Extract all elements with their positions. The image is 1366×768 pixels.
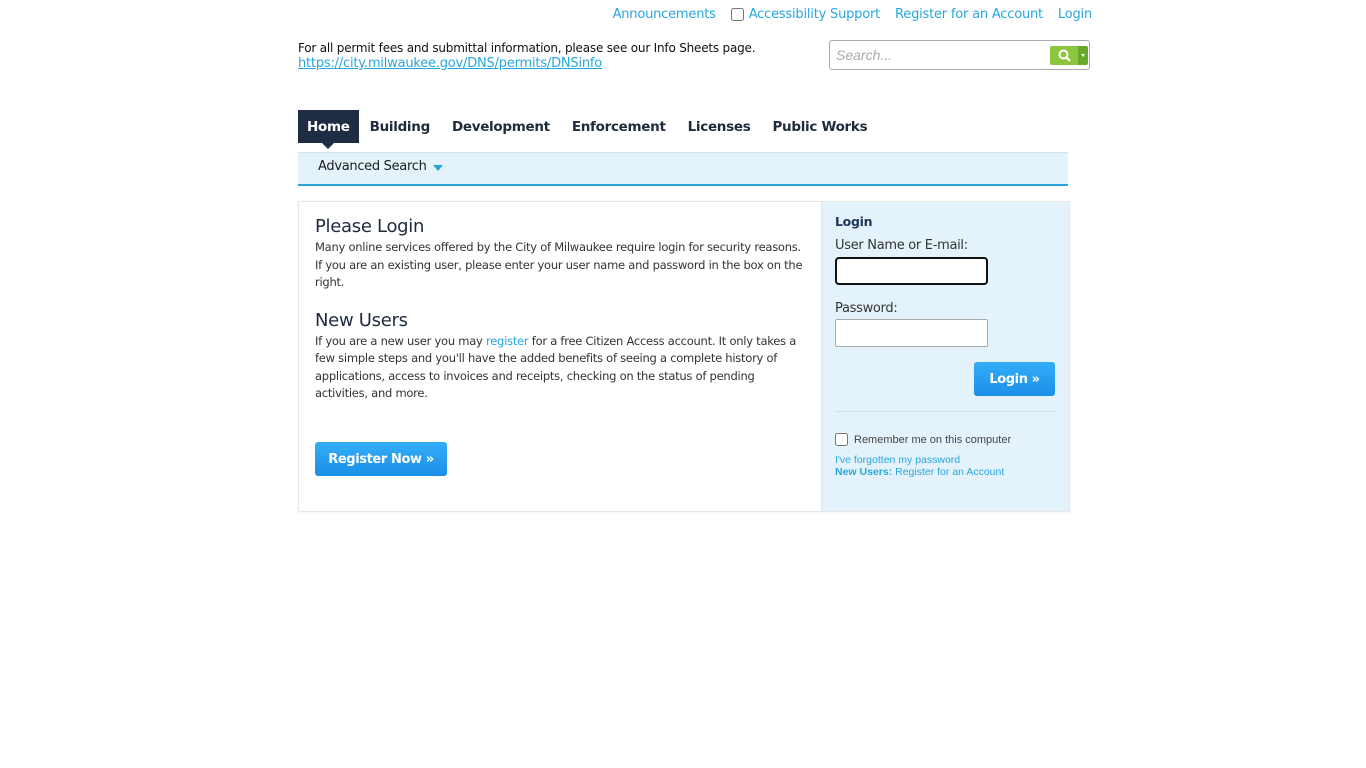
search-input[interactable]	[836, 46, 1046, 64]
new-users-text: If you are a new user you may register f…	[315, 333, 805, 403]
info-notice: For all permit fees and submittal inform…	[298, 41, 756, 71]
search-dropdown-button[interactable]	[1078, 46, 1088, 65]
caret-down-icon	[432, 164, 443, 171]
login-link[interactable]: Login	[1058, 7, 1092, 22]
tab-building[interactable]: Building	[359, 110, 441, 143]
search-button[interactable]	[1050, 46, 1078, 65]
forgot-password-link[interactable]: I've forgotten my password	[835, 454, 960, 466]
username-input[interactable]	[835, 257, 988, 285]
main-nav: Home Building Development Enforcement Li…	[298, 110, 878, 149]
info-sheets-link[interactable]: https://city.milwaukee.gov/DNS/permits/D…	[298, 56, 602, 71]
accessibility-support-link[interactable]: Accessibility Support	[749, 7, 881, 22]
password-input[interactable]	[835, 319, 988, 347]
advanced-search-label: Advanced Search	[318, 159, 427, 174]
search-icon	[1058, 49, 1071, 62]
login-box: Login User Name or E-mail: Password: Log…	[821, 202, 1069, 511]
tab-development[interactable]: Development	[441, 110, 561, 143]
remember-me-label: Remember me on this computer	[854, 433, 1012, 446]
new-users-text-start: If you are a new user you may	[315, 333, 486, 348]
register-now-button[interactable]: Register Now »	[315, 442, 447, 476]
please-login-text: Many online services offered by the City…	[315, 240, 803, 289]
username-label: User Name or E-mail:	[835, 238, 968, 253]
top-utility-links: Announcements Accessibility Support Regi…	[613, 7, 1093, 22]
advanced-search-menu[interactable]: Advanced Search	[318, 159, 443, 174]
login-help-links: I've forgotten my password New Users: Re…	[835, 454, 1004, 478]
tab-licenses[interactable]: Licenses	[677, 110, 762, 143]
register-account-link[interactable]: Register for an Account	[895, 7, 1043, 22]
login-button[interactable]: Login »	[974, 362, 1055, 396]
accessibility-support: Accessibility Support	[730, 7, 881, 22]
password-label: Password:	[835, 301, 898, 316]
search-box	[829, 40, 1090, 70]
caret-down-icon	[1081, 54, 1085, 57]
info-section: Please Login Many online services offere…	[315, 216, 805, 403]
divider	[835, 411, 1055, 412]
accessibility-checkbox[interactable]	[730, 8, 744, 21]
info-text: For all permit fees and submittal inform…	[298, 41, 756, 55]
remember-me-checkbox[interactable]	[835, 433, 848, 446]
login-box-title: Login	[835, 214, 873, 229]
new-users-label: New Users:	[835, 466, 893, 478]
register-inline-link[interactable]: register	[486, 334, 529, 348]
please-login-heading: Please Login	[315, 216, 425, 237]
content-panel: Please Login Many online services offere…	[298, 201, 1070, 512]
register-account-link-bottom[interactable]: Register for an Account	[895, 466, 1004, 478]
new-users-heading: New Users	[315, 309, 408, 331]
tab-enforcement[interactable]: Enforcement	[561, 110, 677, 143]
remember-me: Remember me on this computer	[835, 433, 1011, 446]
announcements-link[interactable]: Announcements	[613, 7, 716, 22]
tab-public-works[interactable]: Public Works	[761, 110, 878, 143]
sub-nav: Advanced Search	[298, 152, 1068, 186]
tab-home[interactable]: Home	[298, 110, 359, 149]
